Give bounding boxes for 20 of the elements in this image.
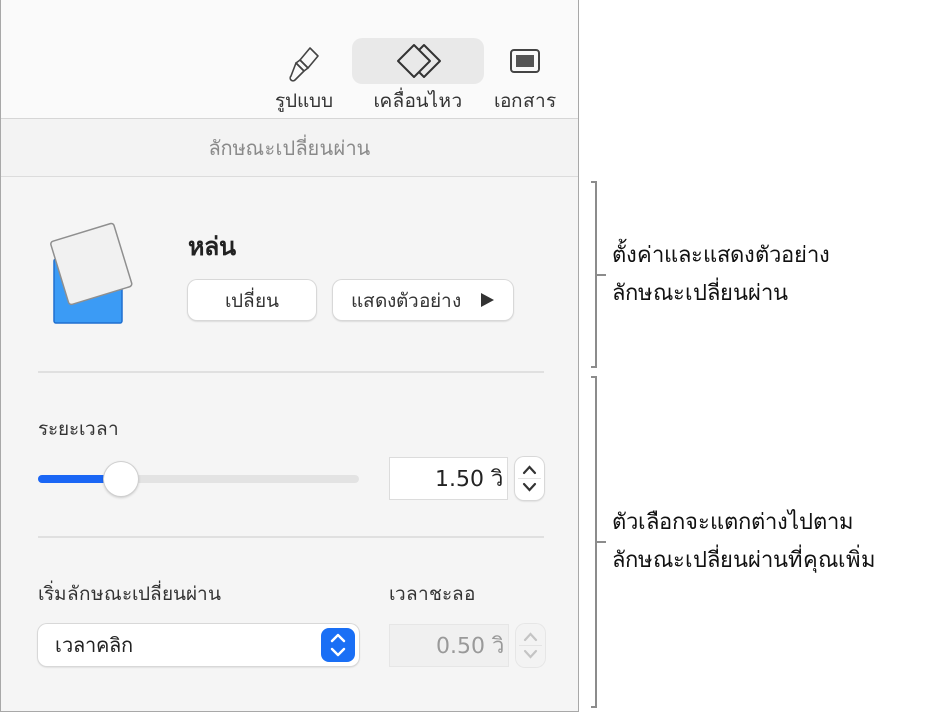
- start-dropdown[interactable]: เวลาคลิก: [38, 624, 359, 666]
- delay-label: เวลาชะลอ: [389, 582, 476, 607]
- tab[interactable]: รูปแบบ: [256, 38, 352, 116]
- callout-text: ตัวเลือกจะแตกต่างไปตาม ลักษณะเปลี่ยนผ่านที่คุณเพิ่ม: [612, 508, 876, 575]
- preview-button[interactable]: แสดงตัวอย่าง: [333, 280, 513, 320]
- brush-icon: [289, 46, 319, 82]
- document-icon: [510, 48, 540, 73]
- change-button[interactable]: เปลี่ยน: [188, 280, 316, 320]
- callout-text: ตั้งค่าและแสดงตัวอย่าง ลักษณะเปลี่ยนผ่าน: [612, 236, 830, 312]
- duration-label: ระยะเวลา: [38, 417, 120, 442]
- slider[interactable]: [38, 460, 359, 496]
- tab[interactable]: เอกสาร: [484, 38, 566, 116]
- slider-thumb[interactable]: [104, 462, 138, 496]
- stepper[interactable]: [515, 457, 544, 500]
- duration-field[interactable]: 1.50 วิ: [389, 457, 508, 500]
- start-label: เริ่มลักษณะเปลี่ยนผ่าน: [38, 578, 359, 608]
- chevron-icon: [321, 628, 355, 662]
- play-icon: [479, 292, 495, 308]
- transition-name: หล่น: [188, 231, 237, 263]
- diamonds-icon: [397, 44, 441, 78]
